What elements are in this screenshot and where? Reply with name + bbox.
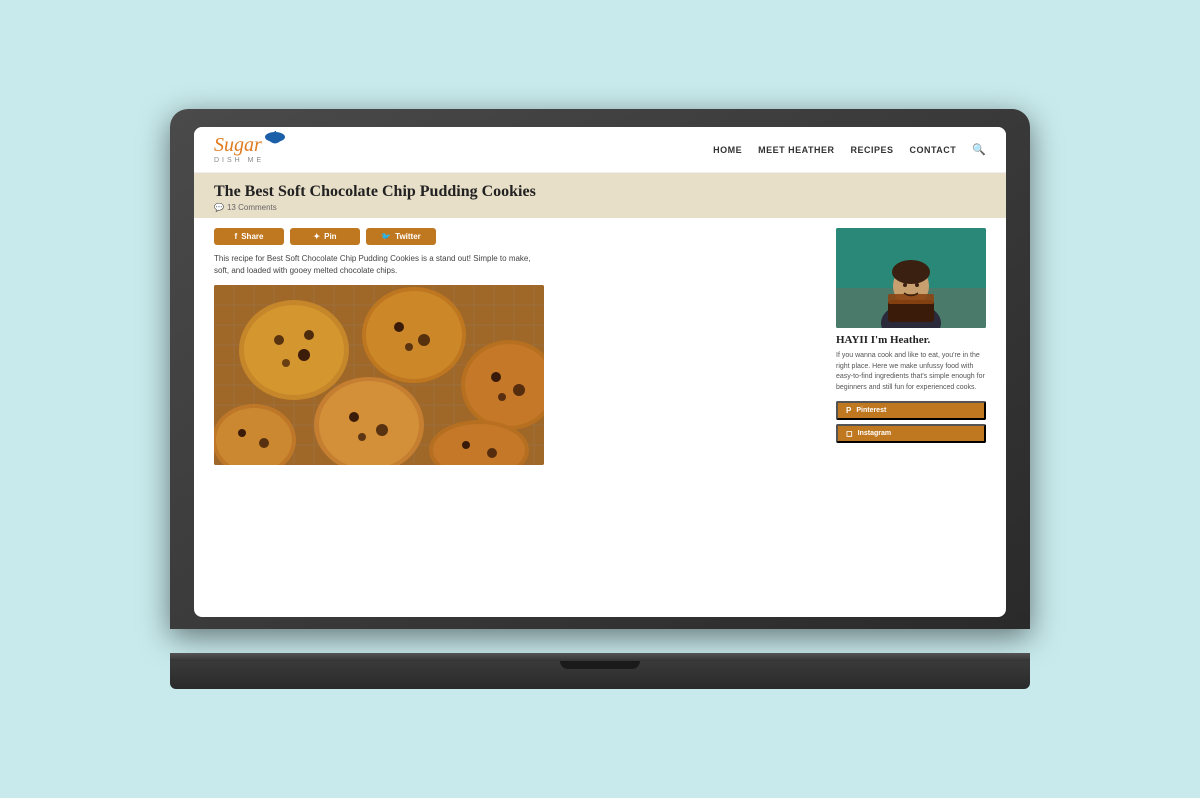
sidebar-avatar — [836, 228, 986, 328]
share-facebook-button[interactable]: f Share — [214, 228, 284, 245]
screen-bezel: Sugar DISH ME — [194, 127, 1006, 617]
article-title: The Best Soft Chocolate Chip Pudding Coo… — [214, 183, 986, 201]
site-logo: Sugar DISH ME — [214, 135, 264, 164]
sidebar-pinterest-button[interactable]: P Pinterest — [836, 401, 986, 420]
pinterest-social-label: Pinterest — [856, 407, 886, 414]
share-buttons: f Share ✦ Pin 🐦 Twitter — [214, 228, 820, 245]
laptop-body: Sugar DISH ME — [170, 109, 1030, 629]
twitter-icon: 🐦 — [381, 232, 391, 241]
sidebar: HAYII I'm Heather. If you wanna cook and… — [836, 228, 986, 465]
site-nav: HOME MEET HEATHER RECIPES CONTACT 🔍 — [713, 143, 986, 156]
share-twitter-button[interactable]: 🐦 Twitter — [366, 228, 436, 245]
avatar-svg — [836, 228, 986, 328]
laptop: Sugar DISH ME — [170, 109, 1030, 689]
share-twitter-label: Twitter — [395, 232, 421, 241]
laptop-hinge — [170, 653, 1030, 661]
facebook-icon: f — [235, 232, 238, 241]
comment-icon: 💬 — [214, 203, 224, 212]
site-header: Sugar DISH ME — [194, 127, 1006, 173]
logo-brand-text: Sugar — [214, 134, 262, 156]
pinterest-social-icon: P — [846, 406, 851, 415]
instagram-social-label: Instagram — [858, 430, 891, 437]
nav-contact[interactable]: CONTACT — [909, 145, 956, 155]
sidebar-instagram-button[interactable]: ◻ Instagram — [836, 424, 986, 443]
screen-content: Sugar DISH ME — [194, 127, 1006, 617]
nav-home[interactable]: HOME — [713, 145, 742, 155]
comments-link[interactable]: 💬 13 Comments — [214, 203, 986, 212]
logo-bowl-icon — [264, 131, 286, 147]
cookie-svg — [214, 285, 544, 465]
page-title-bar: The Best Soft Chocolate Chip Pudding Coo… — [194, 173, 1006, 218]
laptop-base — [170, 661, 1030, 689]
article-intro: This recipe for Best Soft Chocolate Chip… — [214, 253, 544, 277]
instagram-social-icon: ◻ — [846, 429, 853, 438]
pinterest-pin-icon: ✦ — [313, 232, 320, 241]
main-content: f Share ✦ Pin 🐦 Twitter — [214, 228, 820, 465]
cookie-bg-visual — [214, 285, 544, 465]
search-icon[interactable]: 🔍 — [972, 143, 986, 156]
logo-subtitle-text: DISH ME — [214, 157, 264, 164]
nav-meet-heather[interactable]: MEET HEATHER — [758, 145, 834, 155]
sidebar-bio: If you wanna cook and like to eat, you'r… — [836, 351, 986, 393]
share-pinterest-label: Pin — [324, 232, 336, 241]
avatar-background — [836, 228, 986, 328]
share-pinterest-button[interactable]: ✦ Pin — [290, 228, 360, 245]
sidebar-greeting: HAYII I'm Heather. — [836, 334, 986, 346]
nav-recipes[interactable]: RECIPES — [850, 145, 893, 155]
main-layout: f Share ✦ Pin 🐦 Twitter — [194, 218, 1006, 475]
comments-count: 13 Comments — [227, 203, 277, 212]
cookie-image — [214, 285, 544, 465]
share-facebook-label: Share — [241, 232, 263, 241]
